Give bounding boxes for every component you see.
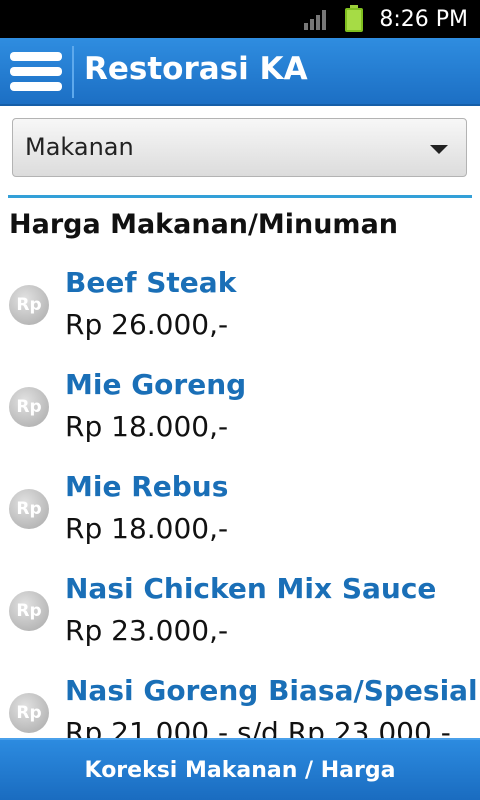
rupiah-icon: Rp [9, 591, 49, 631]
item-price: Rp 26.000,- [65, 308, 229, 341]
item-price: Rp 18.000,- [65, 410, 229, 443]
signal-icon [304, 10, 326, 30]
item-price: Rp 18.000,- [65, 512, 229, 545]
item-price: Rp 23.000,- [65, 614, 229, 647]
list-item[interactable]: Rp Mie Rebus Rp 18.000,- [0, 464, 480, 566]
item-name: Beef Steak [65, 266, 237, 299]
item-name: Mie Goreng [65, 368, 247, 401]
list-item[interactable]: Rp Nasi Goreng Biasa/Spesial Rp 21.000,-… [0, 668, 480, 738]
hamburger-menu-icon[interactable] [10, 52, 62, 92]
correct-food-price-button[interactable]: Koreksi Makanan / Harga [0, 738, 480, 800]
rupiah-icon: Rp [9, 387, 49, 427]
item-name: Nasi Goreng Biasa/Spesial [65, 674, 478, 707]
rupiah-icon: Rp [9, 489, 49, 529]
status-bar: 8:26 PM [0, 0, 480, 38]
section-heading: Harga Makanan/Minuman [9, 209, 399, 240]
item-name: Mie Rebus [65, 470, 229, 503]
action-bar-divider [72, 46, 74, 98]
list-item[interactable]: Rp Nasi Chicken Mix Sauce Rp 23.000,- [0, 566, 480, 668]
item-name: Nasi Chicken Mix Sauce [65, 572, 437, 605]
status-time: 8:26 PM [379, 7, 468, 32]
list-item[interactable]: Rp Mie Goreng Rp 18.000,- [0, 362, 480, 464]
section-divider [8, 195, 472, 198]
item-price: Rp 21.000,- s/d Rp 23.000,- [65, 716, 451, 738]
action-bar: Restorasi KA [0, 38, 480, 106]
battery-icon [345, 5, 363, 32]
price-list[interactable]: Rp Beef Steak Rp 26.000,- Rp Mie Goreng … [0, 260, 480, 738]
list-item[interactable]: Rp Beef Steak Rp 26.000,- [0, 260, 480, 362]
rupiah-icon: Rp [9, 285, 49, 325]
dropdown-arrow-icon [430, 145, 448, 154]
app-title: Restorasi KA [84, 51, 308, 87]
category-dropdown[interactable]: Makanan [12, 118, 467, 177]
category-dropdown-value: Makanan [25, 133, 134, 161]
rupiah-icon: Rp [9, 693, 49, 733]
